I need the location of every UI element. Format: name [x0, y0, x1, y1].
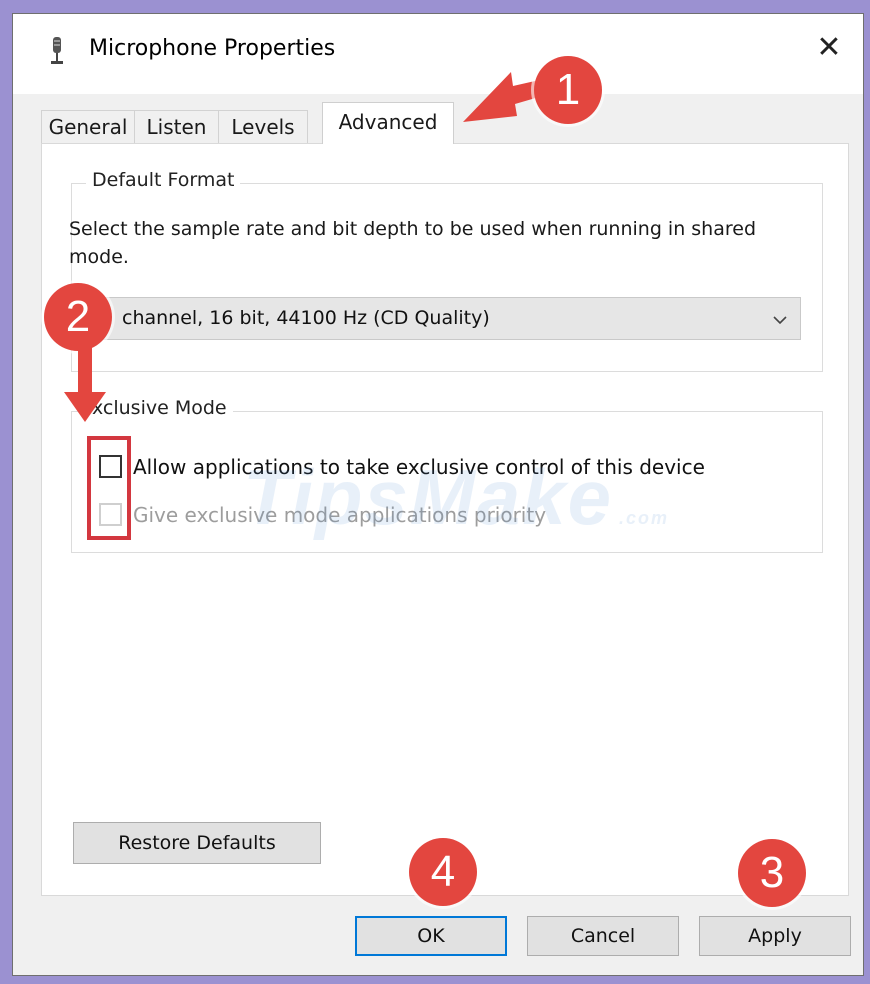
chevron-down-icon: [773, 316, 787, 325]
title-bar: Microphone Properties ✕: [13, 14, 863, 94]
default-format-description: Select the sample rate and bit depth to …: [69, 218, 757, 268]
restore-defaults-button[interactable]: Restore Defaults: [73, 822, 321, 864]
tab-general[interactable]: General: [41, 110, 135, 143]
checkbox-highlight-box: [87, 436, 131, 540]
step-badge-3: 3: [738, 839, 806, 907]
default-format-group: Default Format: [71, 169, 823, 372]
default-format-legend: Default Format: [86, 169, 241, 191]
close-button[interactable]: ✕: [809, 28, 849, 68]
close-icon: ✕: [816, 30, 842, 65]
step-badge-4: 4: [409, 838, 477, 906]
ok-button[interactable]: OK: [355, 916, 507, 956]
dropdown-selected-value: channel, 16 bit, 44100 Hz (CD Quality): [122, 307, 490, 329]
apply-button[interactable]: Apply: [699, 916, 851, 956]
arrow-to-checkbox: [64, 344, 106, 422]
cancel-button[interactable]: Cancel: [527, 916, 679, 956]
window-title: Microphone Properties: [89, 36, 336, 61]
tab-advanced[interactable]: Advanced: [322, 102, 454, 144]
microphone-properties-dialog: Microphone Properties ✕ General Listen L…: [12, 13, 864, 976]
exclusive-priority-label: Give exclusive mode applications priorit…: [133, 503, 547, 527]
tab-levels[interactable]: Levels: [218, 110, 308, 143]
exclusive-mode-group: xclusive Mode: [71, 397, 823, 553]
tab-listen[interactable]: Listen: [134, 110, 219, 143]
microphone-icon: [51, 37, 63, 64]
step-badge-2: 2: [44, 283, 112, 351]
step-badge-1: 1: [534, 56, 602, 124]
allow-exclusive-control-label: Allow applications to take exclusive con…: [133, 455, 705, 479]
sample-rate-dropdown[interactable]: channel, 16 bit, 44100 Hz (CD Quality): [87, 297, 801, 340]
